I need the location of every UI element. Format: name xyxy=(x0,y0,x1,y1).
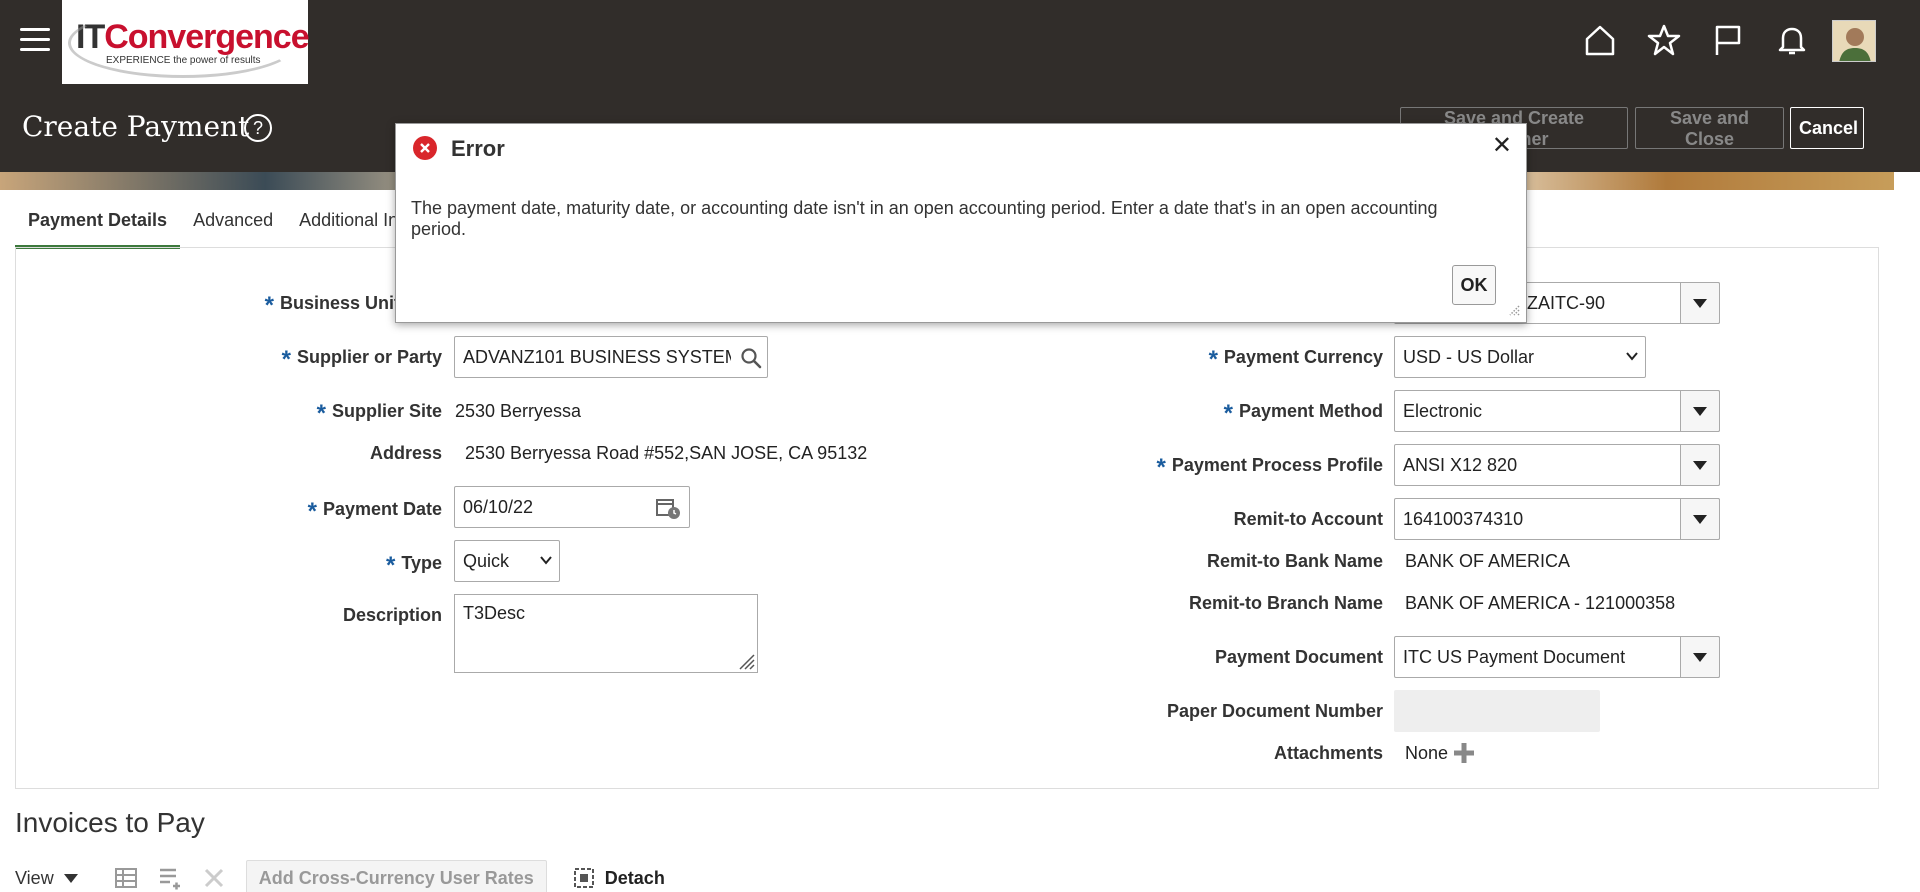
dialog-resize-handle-icon[interactable] xyxy=(1506,302,1520,316)
home-icon[interactable] xyxy=(1582,22,1618,58)
type-label: * Type xyxy=(385,552,442,579)
payment-process-profile-label: * Payment Process Profile xyxy=(1156,454,1383,481)
cancel-button[interactable]: Cancel xyxy=(1790,107,1864,149)
payment-currency-label: * Payment Currency xyxy=(1208,346,1383,373)
user-avatar[interactable] xyxy=(1832,20,1876,62)
supplier-label: * Supplier or Party xyxy=(281,346,442,373)
payment-method-dropdown-button[interactable] xyxy=(1680,390,1720,432)
add-cross-currency-rates-button[interactable]: Add Cross-Currency User Rates xyxy=(245,860,547,892)
paper-document-number-input xyxy=(1394,690,1600,732)
supplier-site-label: * Supplier Site xyxy=(316,400,442,427)
attachments-label: Attachments xyxy=(1273,743,1383,763)
supplier-input[interactable]: ADVANZ101 BUSINESS SYSTEMS xyxy=(454,336,768,378)
detach-button[interactable]: Detach xyxy=(573,867,665,889)
error-dialog: Error ✕ The payment date, maturity date,… xyxy=(395,123,1527,323)
remit-to-bank-name-value: BANK OF AMERICA xyxy=(1405,551,1571,571)
edit-row-icon[interactable] xyxy=(158,866,182,890)
detach-icon xyxy=(573,868,594,888)
payment-process-profile-input[interactable]: ANSI X12 820 xyxy=(1394,444,1720,486)
payment-currency-select[interactable]: USD - US Dollar xyxy=(1394,336,1646,378)
delete-x-icon[interactable] xyxy=(202,866,226,890)
payment-date-input[interactable]: 06/10/22 xyxy=(454,486,690,528)
payment-method-label: * Payment Method xyxy=(1223,400,1383,427)
error-message: The payment date, maturity date, or acco… xyxy=(411,198,1438,239)
remit-to-account-input[interactable]: 164100374310 xyxy=(1394,498,1720,540)
dropdown-arrow-icon xyxy=(1693,406,1707,416)
remit-to-branch-name-value: BANK OF AMERICA - 121000358 xyxy=(1405,593,1676,613)
dialog-title: Error xyxy=(451,136,505,161)
view-menu[interactable]: View xyxy=(15,868,78,889)
select-and-add-icon[interactable] xyxy=(114,866,138,890)
payment-document-dropdown-button[interactable] xyxy=(1680,636,1720,678)
tab-advanced[interactable]: Advanced xyxy=(180,200,286,249)
resize-handle-icon[interactable] xyxy=(737,652,755,670)
add-attachment-icon[interactable] xyxy=(1452,741,1476,765)
supplier-site-value: 2530 Berryessa xyxy=(455,401,582,421)
save-and-close-button[interactable]: Save and Close xyxy=(1635,107,1784,149)
dropdown-arrow-icon xyxy=(1693,652,1707,662)
chevron-down-icon xyxy=(1626,352,1638,361)
address-value: 2530 Berryessa Road #552,SAN JOSE, CA 95… xyxy=(465,443,868,463)
payment-document-input[interactable]: ITC US Payment Document xyxy=(1394,636,1720,678)
company-logo[interactable]: ITConvergence EXPERIENCE the power of re… xyxy=(62,0,310,84)
payment-process-profile-dropdown-button[interactable] xyxy=(1680,444,1720,486)
error-icon xyxy=(413,136,437,160)
invoices-toolbar: View Add Cross-Currency User Rates Detac… xyxy=(15,860,665,892)
close-icon[interactable]: ✕ xyxy=(1492,134,1512,158)
ok-button[interactable]: OK xyxy=(1452,265,1496,305)
payment-document-label: Payment Document xyxy=(1214,647,1383,667)
tab-payment-details[interactable]: Payment Details xyxy=(15,200,181,249)
payment-date-label: * Payment Date xyxy=(307,498,442,525)
attachments-value: None xyxy=(1405,743,1449,763)
dropdown-arrow-icon xyxy=(63,873,78,883)
navigator-menu-icon[interactable] xyxy=(20,28,50,54)
favorites-star-icon[interactable] xyxy=(1646,22,1682,58)
calendar-icon[interactable] xyxy=(655,496,681,520)
search-icon[interactable] xyxy=(739,346,763,370)
description-label: Description xyxy=(342,605,442,625)
page-title: Create Payment xyxy=(22,110,250,143)
address-label: Address xyxy=(369,443,442,463)
remit-to-bank-name-label: Remit-to Bank Name xyxy=(1206,551,1383,571)
payment-method-input[interactable]: Electronic xyxy=(1394,390,1720,432)
bank-account-dropdown-button[interactable] xyxy=(1680,282,1720,324)
watchlist-flag-icon[interactable] xyxy=(1710,22,1746,58)
dropdown-arrow-icon xyxy=(1693,514,1707,524)
dropdown-arrow-icon xyxy=(1693,298,1707,308)
remit-to-account-label: Remit-to Account xyxy=(1233,509,1383,529)
chevron-down-icon xyxy=(540,556,552,565)
type-select[interactable]: Quick xyxy=(454,540,560,582)
remit-to-branch-name-label: Remit-to Branch Name xyxy=(1188,593,1383,613)
help-icon[interactable]: ? xyxy=(244,114,272,142)
dropdown-arrow-icon xyxy=(1693,460,1707,470)
remit-to-account-dropdown-button[interactable] xyxy=(1680,498,1720,540)
description-textarea[interactable]: T3Desc xyxy=(454,594,758,673)
paper-document-number-label: Paper Document Number xyxy=(1166,701,1383,721)
invoices-section-title: Invoices to Pay xyxy=(15,807,205,838)
business-unit-label: * Business Unit xyxy=(264,292,400,319)
notifications-bell-icon[interactable] xyxy=(1774,22,1810,58)
